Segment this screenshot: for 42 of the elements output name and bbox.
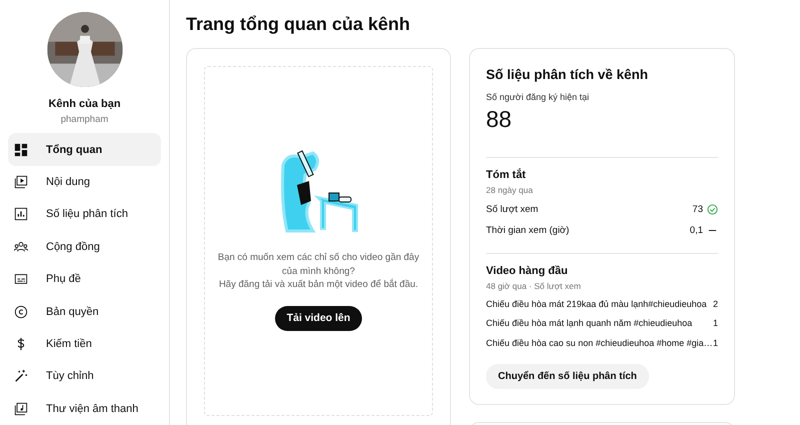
metric-label: Số lượt xem xyxy=(486,204,538,215)
sidebar-item[interactable]: Kiếm tiền xyxy=(8,328,161,360)
view-count: 1 xyxy=(712,338,718,348)
video-title: Chiếu điều hòa mát lạnh quanh năm #chieudieuhoa xyxy=(486,318,694,328)
magic-wand-icon xyxy=(14,369,28,384)
sidebar-item[interactable]: Cộng đồng xyxy=(8,230,161,264)
music-note-icon xyxy=(14,402,28,416)
sidebar-item[interactable]: Thư viện âm thanh xyxy=(8,392,161,425)
copyright-icon xyxy=(14,304,28,319)
subscribers-label: Số người đăng ký hiện tại xyxy=(486,92,590,102)
video-title: Chiếu điều hòa cao su non #chieudieuhoa #home #gia… xyxy=(486,338,713,348)
page-title: Trang tổng quan của kênh xyxy=(186,12,412,36)
section-title: Tóm tắt xyxy=(486,169,527,181)
metric-value: 0,1 xyxy=(690,225,703,236)
metric-value: 73 xyxy=(692,204,703,215)
prompt-text: Bạn có muốn xem các chỉ số cho video gần đây của mình không? xyxy=(216,251,420,278)
sidebar-item[interactable]: Số liệu phân tích xyxy=(8,198,161,231)
view-count: 1 xyxy=(712,318,718,328)
period-label: 28 ngày qua xyxy=(486,185,534,195)
subtitles-icon xyxy=(14,272,28,286)
sidebar-item[interactable]: Phụ đề xyxy=(8,263,161,296)
bar-chart-icon xyxy=(14,207,28,222)
video-title: Chiếu điều hòa mát 219kaa đủ màu lạnh#chieudieuhoa xyxy=(486,298,708,309)
dashboard-icon xyxy=(14,142,28,157)
sidebar-item[interactable]: Tổng quan xyxy=(8,133,161,166)
check-circle-icon xyxy=(707,204,718,215)
video-play-icon xyxy=(14,175,28,190)
hint-text: Hãy đăng tải và xuất bản một video để bắt đầu. xyxy=(218,278,418,292)
sidebar-item[interactable]: Nội dung xyxy=(8,166,161,198)
sidebar-item[interactable]: Tùy chỉnh xyxy=(8,360,161,393)
card-title: Số liệu phân tích về kênh xyxy=(486,67,650,82)
sidebar-item[interactable]: Bản quyền xyxy=(8,295,161,328)
channel-handle: phampham xyxy=(60,114,108,126)
analytics-button[interactable]: Chuyển đến số liệu phân tích xyxy=(486,364,649,388)
metric-label: Thời gian xem (giờ) xyxy=(486,225,570,236)
subscriber-count: 88 xyxy=(486,106,513,133)
view-count: 2 xyxy=(712,298,718,309)
period-label: 48 giờ qua · Số lượt xem xyxy=(486,281,582,291)
people-icon xyxy=(14,240,28,254)
upload-button[interactable]: Tải video lên xyxy=(274,306,362,330)
channel-name: Kênh của bạn xyxy=(48,98,121,110)
section-title: Video hàng đầu xyxy=(486,265,569,277)
